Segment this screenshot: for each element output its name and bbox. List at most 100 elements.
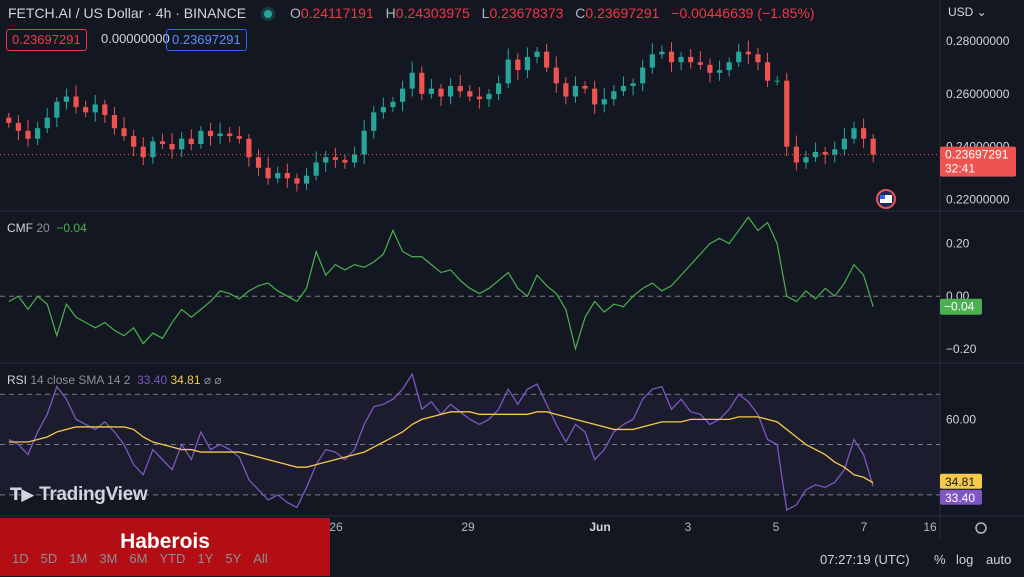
candle-13 xyxy=(131,129,137,157)
candle-body xyxy=(745,51,751,55)
rsi-tick-label-0: 60.00 xyxy=(946,412,976,426)
candle-body xyxy=(611,91,617,100)
candle-body xyxy=(236,136,242,139)
candle-76 xyxy=(736,43,742,67)
candle-body xyxy=(534,51,540,57)
last-price-tag-value: 0.23697291 xyxy=(945,148,1009,162)
candle-24 xyxy=(236,126,242,144)
candle-28 xyxy=(275,166,281,184)
candle-6 xyxy=(63,88,70,110)
rsi-legend[interactable]: RSI 14 close SMA 14 2 33.40 34.81 ⌀ ⌀ xyxy=(7,373,222,387)
candlestick-series xyxy=(0,40,940,192)
candle-body xyxy=(515,59,521,71)
candle-48 xyxy=(467,84,473,102)
tradingview-watermark: 𝗧▶ TradingView xyxy=(10,484,148,505)
candle-30 xyxy=(294,173,300,192)
candle-29 xyxy=(284,163,290,188)
candle-body xyxy=(83,107,89,113)
candle-body xyxy=(659,51,665,55)
candle-body xyxy=(716,70,723,73)
candle-body xyxy=(380,107,386,113)
candle-body xyxy=(390,101,396,108)
candle-body xyxy=(399,88,406,102)
timeframe-1m[interactable]: 1M xyxy=(69,551,87,566)
cmf-tick-label-2: 0.20 xyxy=(946,237,970,251)
timeframe-5y[interactable]: 5Y xyxy=(225,551,241,566)
candle-body xyxy=(496,83,502,94)
timeframe-3m[interactable]: 3M xyxy=(99,551,117,566)
candle-body xyxy=(726,62,732,71)
candle-58 xyxy=(563,77,569,105)
auto-toggle[interactable]: auto xyxy=(986,552,1011,567)
time-tick-label-4: 29 xyxy=(461,520,475,534)
candle-69 xyxy=(668,42,675,72)
time-tick-label-7: 5 xyxy=(773,520,780,534)
sell-price-box[interactable]: 0.23697291 xyxy=(6,29,87,51)
candle-18 xyxy=(179,132,185,158)
timeframe-1y[interactable]: 1Y xyxy=(197,551,213,566)
buy-price-box[interactable]: 0.23697291 xyxy=(166,29,247,51)
rsi-extra: ⌀ ⌀ xyxy=(203,373,222,387)
cmf-value: −0.04 xyxy=(56,221,87,235)
cmf-series xyxy=(8,216,874,352)
price-axis: 0.220000000.240000000.260000000.28000000… xyxy=(946,34,1010,426)
candle-20 xyxy=(198,126,204,149)
candle-body xyxy=(265,167,271,179)
candle-body xyxy=(870,138,876,155)
utc-clock[interactable]: 07:27:19 (UTC) xyxy=(820,552,910,567)
time-tick-label-6: 3 xyxy=(685,520,692,534)
watermark-text: TradingView xyxy=(39,484,148,505)
candle-body xyxy=(476,96,483,100)
timeframe-5d[interactable]: 5D xyxy=(41,551,58,566)
timeframe-ytd[interactable]: YTD xyxy=(159,551,185,566)
candle-81 xyxy=(784,72,790,157)
log-toggle[interactable]: log xyxy=(956,552,973,567)
candle-38 xyxy=(371,106,377,139)
candle-body xyxy=(351,154,358,163)
candle-body xyxy=(620,85,627,92)
low-value: 0.23678373 xyxy=(489,5,564,21)
candle-25 xyxy=(246,134,252,167)
symbol-title[interactable]: FETCH.AI / US Dollar · 4h · BINANCE xyxy=(8,5,246,21)
candle-60 xyxy=(582,81,588,94)
percent-toggle[interactable]: % xyxy=(934,552,946,567)
timeframe-bar: 1D 5D 1M 3M 6M YTD 1Y 5Y All xyxy=(12,551,280,566)
timeframe-6m[interactable]: 6M xyxy=(129,551,147,566)
candle-body xyxy=(73,96,79,108)
currency-selector[interactable]: USD ⌄ xyxy=(948,5,987,19)
candle-63 xyxy=(611,84,617,106)
candle-body xyxy=(169,144,175,150)
candle-body xyxy=(524,56,531,71)
candle-45 xyxy=(438,83,444,107)
cmf-legend[interactable]: CMF 20 −0.04 xyxy=(7,221,87,235)
candle-11 xyxy=(111,107,118,135)
candle-14 xyxy=(140,137,146,166)
time-tick-label-3: 26 xyxy=(329,520,343,534)
candle-84 xyxy=(812,142,819,162)
candle-body xyxy=(812,151,819,158)
candle-82 xyxy=(793,135,799,171)
close-label: C xyxy=(575,5,586,21)
candle-78 xyxy=(755,47,761,71)
candle-26 xyxy=(255,149,262,176)
candle-body xyxy=(409,72,415,89)
candle-41 xyxy=(399,80,406,112)
candle-body xyxy=(6,117,12,123)
candle-27 xyxy=(265,156,271,185)
timeframe-1d[interactable]: 1D xyxy=(12,551,29,566)
settings-gear-icon[interactable] xyxy=(975,522,987,534)
high-value: 0.24303975 xyxy=(395,5,470,21)
candle-body xyxy=(361,130,367,155)
candle-53 xyxy=(515,53,521,80)
candle-body xyxy=(582,85,588,89)
candle-body xyxy=(688,56,694,63)
candle-34 xyxy=(332,147,338,168)
candle-body xyxy=(640,67,646,84)
timeframe-all[interactable]: All xyxy=(253,551,267,566)
chart-canvas[interactable]: 0.220000000.240000000.260000000.28000000… xyxy=(0,0,1024,577)
grid-lines xyxy=(0,0,1024,540)
candle-body xyxy=(841,138,847,150)
candle-42 xyxy=(409,61,415,97)
candle-body xyxy=(207,130,214,137)
candle-51 xyxy=(496,75,502,101)
